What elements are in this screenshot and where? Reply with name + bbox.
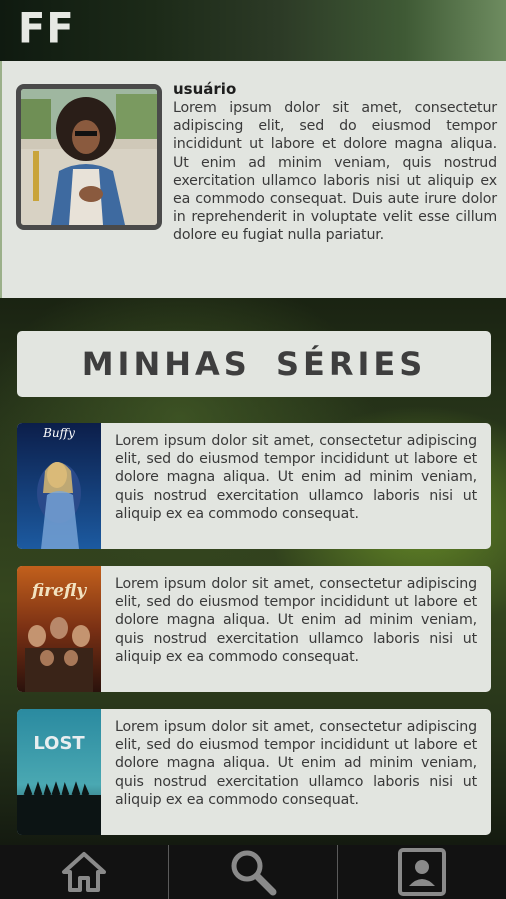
series-poster-firefly[interactable]: firefly [17,566,101,692]
series-card-buffy[interactable]: Buffy Lorem ipsum dolor sit amet, consec… [17,423,491,549]
series-section: MINHAS SÉRIES Buffy Lorem ipsum dolor si… [0,298,506,845]
profile-card-icon [398,848,446,896]
profile-name: usuário [173,80,237,98]
series-card-firefly[interactable]: firefly Lorem ipsum dolor sit amet, cons… [17,566,491,692]
series-card-lost[interactable]: LOST Lorem ipsum dolor sit amet, consect… [17,709,491,835]
home-icon [62,852,106,892]
series-poster-lost[interactable]: LOST [17,709,101,835]
series-description-buffy: Lorem ipsum dolor sit amet, consectetur … [115,433,477,522]
nav-profile-button[interactable] [338,845,506,899]
app-header: FF [0,0,506,61]
section-header: MINHAS SÉRIES [17,331,491,397]
app-logo[interactable]: FF [18,5,75,53]
bottom-nav [0,845,506,899]
avatar[interactable] [16,84,162,230]
poster-title-buffy: Buffy [42,426,75,440]
avatar-photo [21,89,157,225]
section-title: MINHAS SÉRIES [81,345,427,383]
series-poster-buffy[interactable]: Buffy [17,423,101,549]
nav-home-button[interactable] [0,845,169,899]
series-description-firefly: Lorem ipsum dolor sit amet, consectetur … [115,576,477,665]
profile-panel: usuário Lorem ipsum dolor sit amet, cons… [0,61,506,298]
series-description-lost: Lorem ipsum dolor sit amet, consectetur … [115,719,477,808]
search-icon [231,850,277,896]
poster-title-lost: LOST [33,733,85,754]
profile-bio: Lorem ipsum dolor sit amet, consectetur … [173,100,497,244]
poster-image: firefly [17,566,101,692]
poster-image: Buffy [17,423,101,549]
poster-title-firefly: firefly [31,581,87,601]
nav-search-button[interactable] [169,845,338,899]
poster-image: LOST [17,709,101,835]
